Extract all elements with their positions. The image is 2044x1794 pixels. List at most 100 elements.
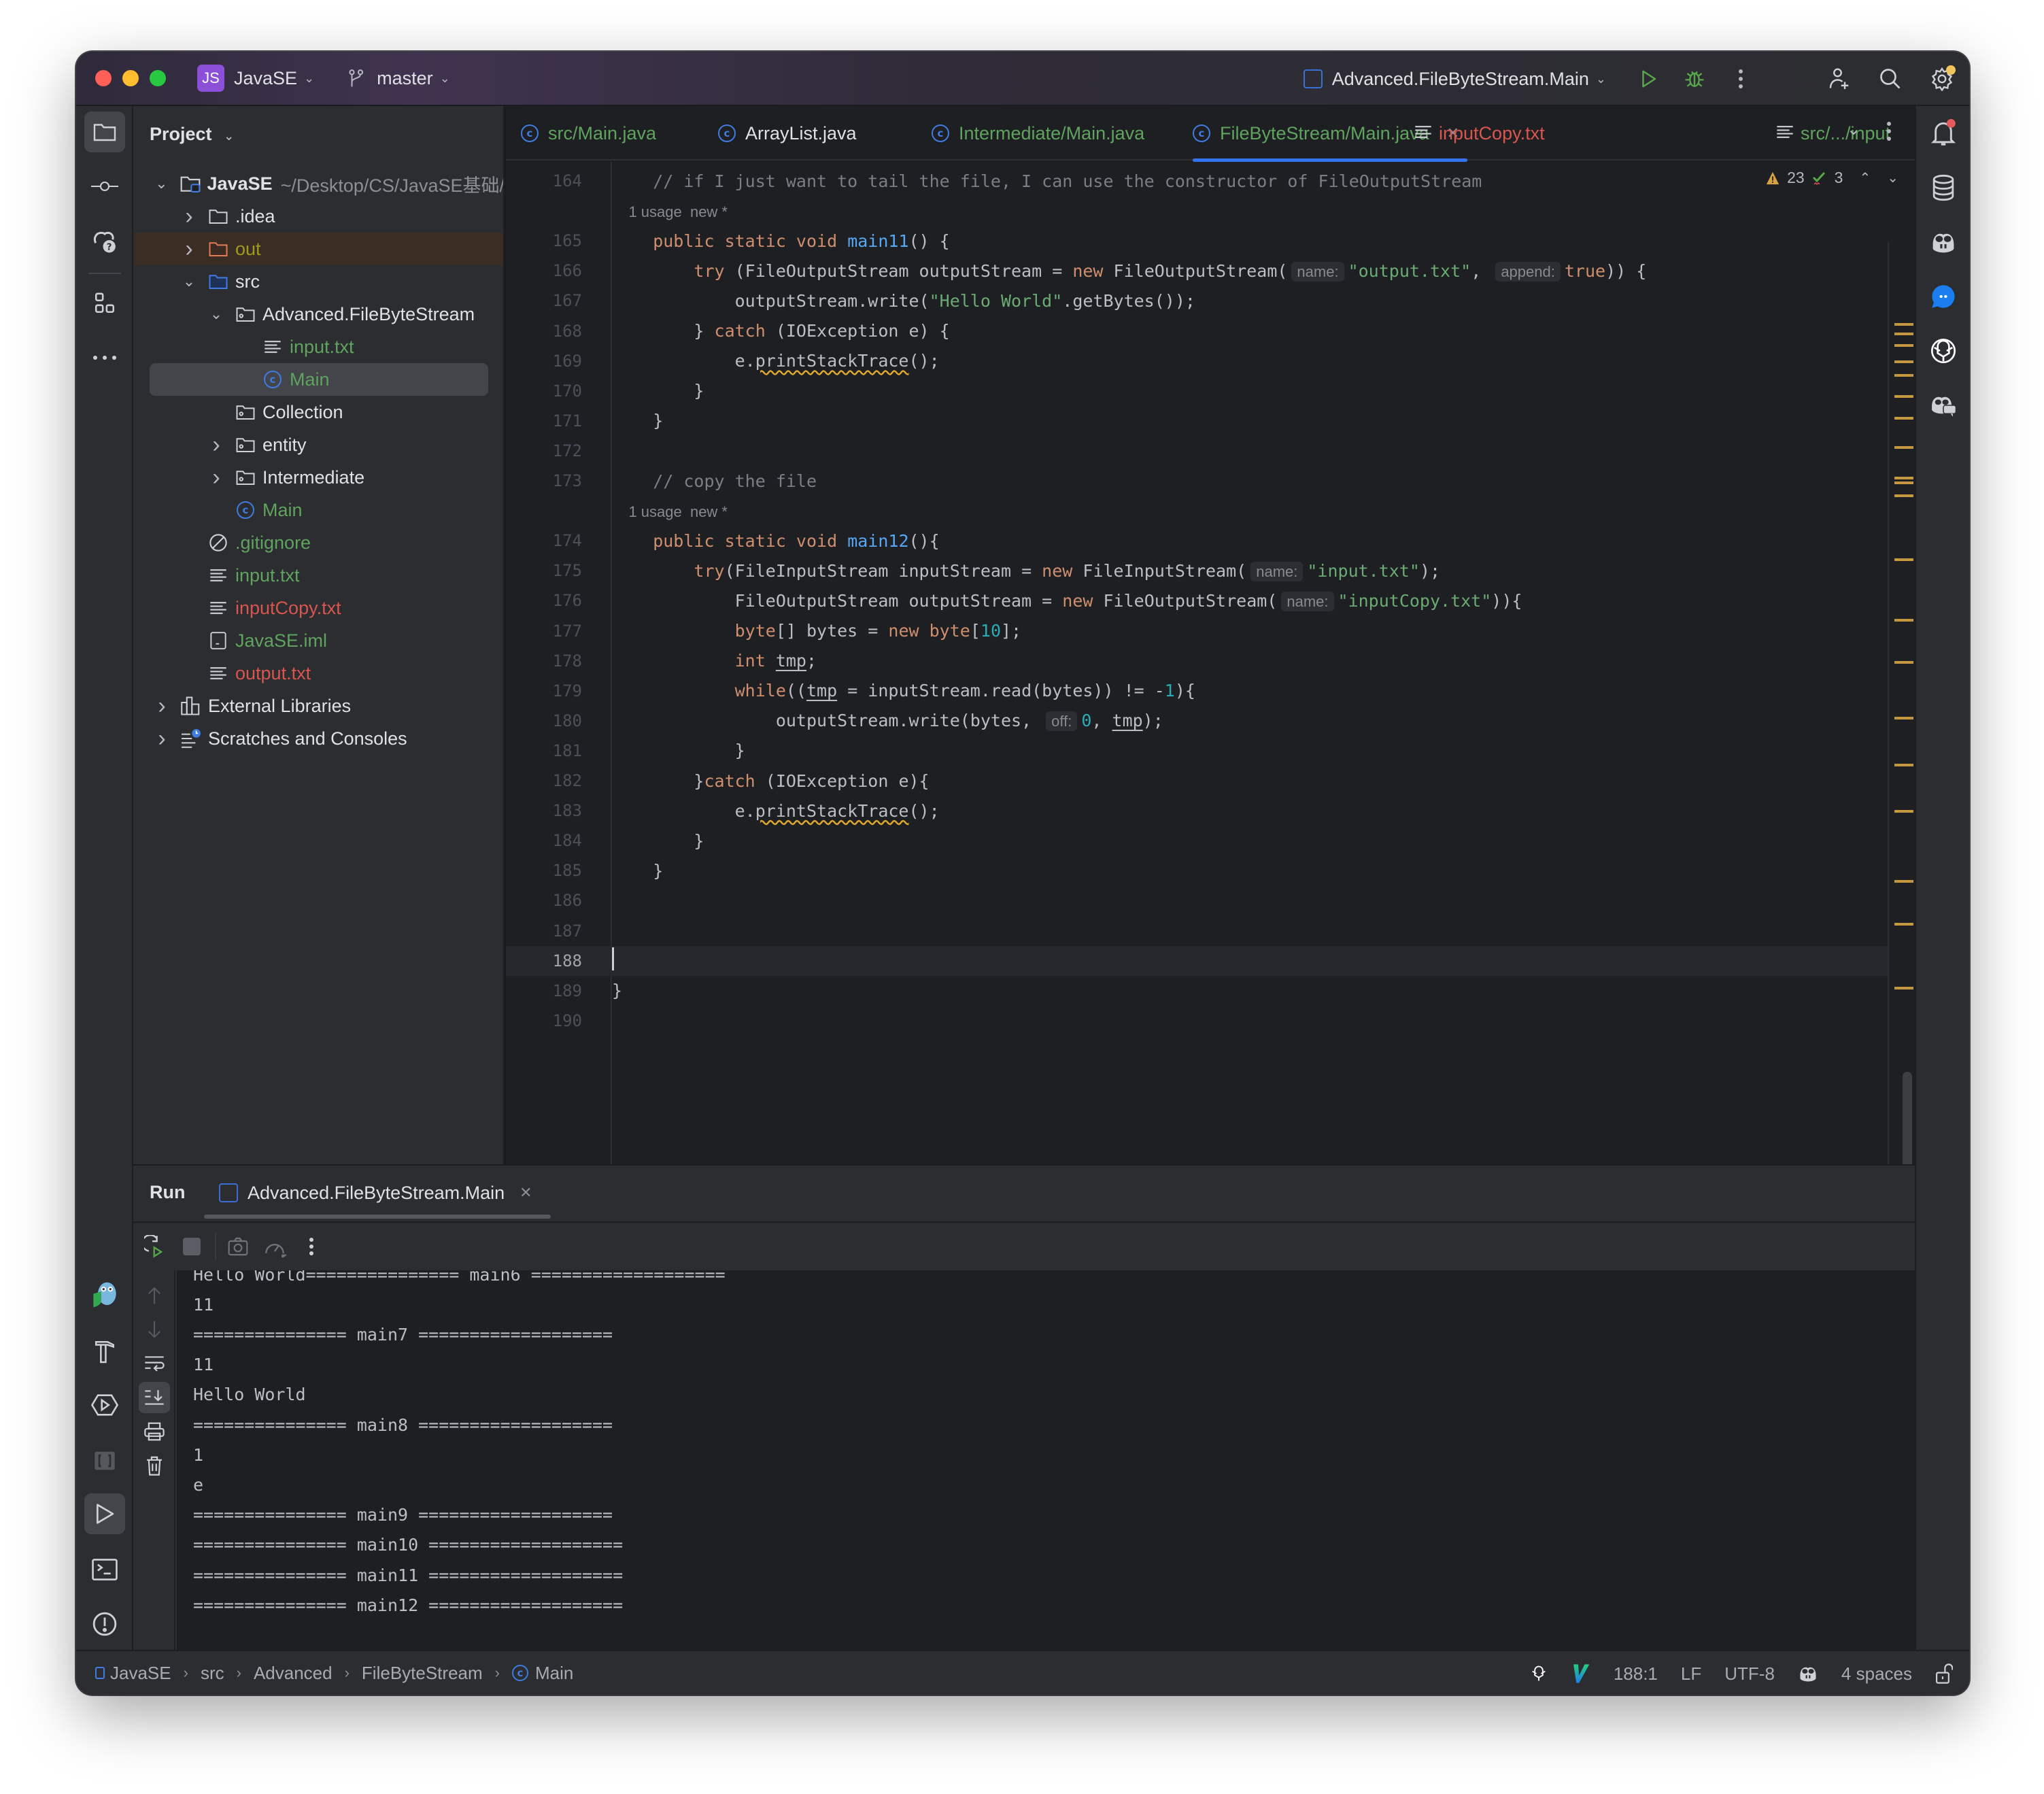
- services-tool-button[interactable]: [84, 1385, 125, 1425]
- database-button[interactable]: [1926, 170, 1961, 205]
- code-line[interactable]: 169 e.printStackTrace();: [506, 346, 1888, 376]
- deprecated-call-warning[interactable]: printStackTrace: [755, 351, 909, 371]
- warning-stripe-mark[interactable]: [1894, 494, 1913, 498]
- editor-tab[interactable]: inputCopy.txt: [1414, 106, 1545, 160]
- code-with-me-button[interactable]: [1825, 65, 1852, 92]
- code-line[interactable]: 190: [506, 1006, 1888, 1036]
- close-run-tab-button[interactable]: ✕: [519, 1184, 532, 1202]
- code-line[interactable]: 174 public static void main12(){: [506, 526, 1888, 556]
- run-tab[interactable]: Advanced.FileByteStream.Main ✕: [219, 1166, 532, 1220]
- tree-item[interactable]: c Main: [133, 494, 505, 526]
- notifications-button[interactable]: [1926, 116, 1961, 151]
- code-line[interactable]: 179 while((tmp = inputStream.read(bytes)…: [506, 676, 1888, 706]
- breadcrumb-item[interactable]: FileByteStream: [362, 1663, 483, 1684]
- warning-stripe-mark[interactable]: [1894, 717, 1913, 720]
- debug-button[interactable]: [1681, 65, 1708, 92]
- chevron-down-icon[interactable]: ⌄: [208, 305, 224, 323]
- run-button[interactable]: [1635, 65, 1662, 92]
- warning-stripe-mark[interactable]: [1894, 810, 1913, 813]
- tree-item[interactable]: › out: [133, 233, 505, 265]
- tree-item[interactable]: inputCopy.txt: [133, 592, 505, 624]
- chevron-down-icon[interactable]: ⌄: [154, 175, 170, 192]
- dump-threads-button[interactable]: [223, 1232, 253, 1262]
- structure-tool-button[interactable]: [84, 283, 125, 324]
- scroll-down-button[interactable]: [139, 1314, 170, 1345]
- warning-stripe-mark[interactable]: [1894, 481, 1913, 484]
- project-panel-title[interactable]: Project ⌄: [150, 124, 234, 145]
- tree-item[interactable]: › .idea: [133, 200, 505, 233]
- editor-scrollbar-thumb[interactable]: [1903, 1072, 1912, 1174]
- usage-inlay-hint[interactable]: 1 usage new *: [612, 503, 728, 520]
- copilot-button[interactable]: [1926, 224, 1961, 260]
- code-line[interactable]: 176 FileOutputStream outputStream = new …: [506, 586, 1888, 615]
- code-line[interactable]: 173 // copy the file: [506, 466, 1888, 496]
- console-output[interactable]: Hello World=============== main6 =======…: [177, 1270, 1915, 1650]
- code-line[interactable]: 178 int tmp;: [506, 646, 1888, 676]
- more-actions-button[interactable]: [1727, 65, 1754, 92]
- chat-plugin-button[interactable]: [1926, 279, 1961, 314]
- breadcrumb-item[interactable]: Advanced: [254, 1663, 333, 1684]
- code-line[interactable]: 167 outputStream.write("Hello World".get…: [506, 286, 1888, 316]
- code-line[interactable]: 184 }: [506, 826, 1888, 856]
- cursor-position[interactable]: 188:1: [1614, 1663, 1658, 1685]
- editor-tab[interactable]: c src/Main.java: [521, 106, 656, 160]
- chevron-down-icon[interactable]: ⌄: [181, 273, 197, 290]
- code-line[interactable]: 164 // if I just want to tail the file, …: [506, 166, 1888, 196]
- scroll-to-end-button[interactable]: [139, 1382, 170, 1413]
- indent-setting[interactable]: 4 spaces: [1841, 1663, 1912, 1685]
- breadcrumb-item[interactable]: Main: [535, 1663, 573, 1684]
- run-tool-button[interactable]: [84, 1493, 125, 1534]
- copilot-chat-button[interactable]: [1926, 388, 1961, 423]
- chevron-right-icon[interactable]: ›: [181, 236, 197, 263]
- tree-item[interactable]: › External Libraries: [133, 690, 505, 722]
- tabs-overflow-button[interactable]: ⌄: [1840, 120, 1860, 139]
- warning-stripe-mark[interactable]: [1894, 395, 1913, 399]
- search-button[interactable]: [1877, 65, 1904, 92]
- chevron-right-icon[interactable]: ›: [208, 432, 224, 458]
- warning-stripe-mark[interactable]: [1894, 880, 1913, 883]
- tree-item[interactable]: .gitignore: [133, 526, 505, 559]
- warning-stripe-mark[interactable]: [1894, 323, 1913, 326]
- editor-tab[interactable]: src/.../input: [1776, 106, 1890, 160]
- tree-item[interactable]: › entity: [133, 428, 505, 461]
- code-line[interactable]: 166 try (FileOutputStream outputStream =…: [506, 256, 1888, 286]
- file-encoding[interactable]: UTF-8: [1724, 1663, 1775, 1685]
- code-line[interactable]: 181 }: [506, 736, 1888, 766]
- maximize-window-button[interactable]: [150, 70, 166, 86]
- tree-item[interactable]: JavaSE.iml: [133, 624, 505, 657]
- code-line[interactable]: 186: [506, 885, 1888, 915]
- code-line[interactable]: 185 }: [506, 856, 1888, 885]
- commit-tool-button[interactable]: [84, 166, 125, 207]
- code-line[interactable]: 171 }: [506, 406, 1888, 436]
- settings-button[interactable]: [1928, 65, 1956, 92]
- soft-wrap-button[interactable]: [139, 1348, 170, 1379]
- tabs-more-button[interactable]: [1886, 121, 1892, 145]
- minimize-window-button[interactable]: [122, 70, 139, 86]
- plugin-tool-button[interactable]: [84, 1440, 125, 1481]
- tree-item[interactable]: › Scratches and Consoles: [133, 722, 505, 755]
- project-selector[interactable]: JavaSE: [234, 68, 297, 89]
- next-highlight-button[interactable]: ⌄: [1887, 169, 1898, 186]
- branch-selector[interactable]: master: [377, 68, 433, 89]
- clear-console-button[interactable]: [139, 1450, 170, 1481]
- tree-item[interactable]: output.txt: [133, 657, 505, 690]
- stop-button[interactable]: [177, 1232, 207, 1262]
- warning-stripe-mark[interactable]: [1894, 558, 1913, 561]
- vim-plugin-icon[interactable]: [1571, 1663, 1590, 1684]
- warning-stripe-mark[interactable]: [1894, 360, 1913, 364]
- tree-item[interactable]: ⌄ Advanced.FileByteStream: [133, 298, 505, 331]
- code-line[interactable]: 1 usage new *: [506, 196, 1888, 226]
- code-line[interactable]: 175 try(FileInputStream inputStream = ne…: [506, 556, 1888, 586]
- run-config-selector[interactable]: Advanced.FileByteStream.Main: [1332, 69, 1589, 90]
- code-line[interactable]: 182 }catch (IOException e){: [506, 766, 1888, 796]
- tree-item[interactable]: ⌄ JavaSE ~/Desktop/CS/JavaSE基础/: [133, 167, 505, 200]
- chevron-right-icon[interactable]: ›: [208, 464, 224, 491]
- tree-item[interactable]: ⌄ src: [133, 265, 505, 298]
- code-editor[interactable]: 164 // if I just want to tail the file, …: [506, 162, 1915, 1164]
- project-badge[interactable]: JS: [197, 65, 224, 92]
- tree-item[interactable]: c Main: [133, 363, 505, 396]
- more-tools-button[interactable]: [84, 337, 125, 378]
- code-line[interactable]: 172: [506, 436, 1888, 466]
- code-line[interactable]: 177 byte[] bytes = new byte[10];: [506, 616, 1888, 646]
- warning-stripe-mark[interactable]: [1894, 764, 1913, 767]
